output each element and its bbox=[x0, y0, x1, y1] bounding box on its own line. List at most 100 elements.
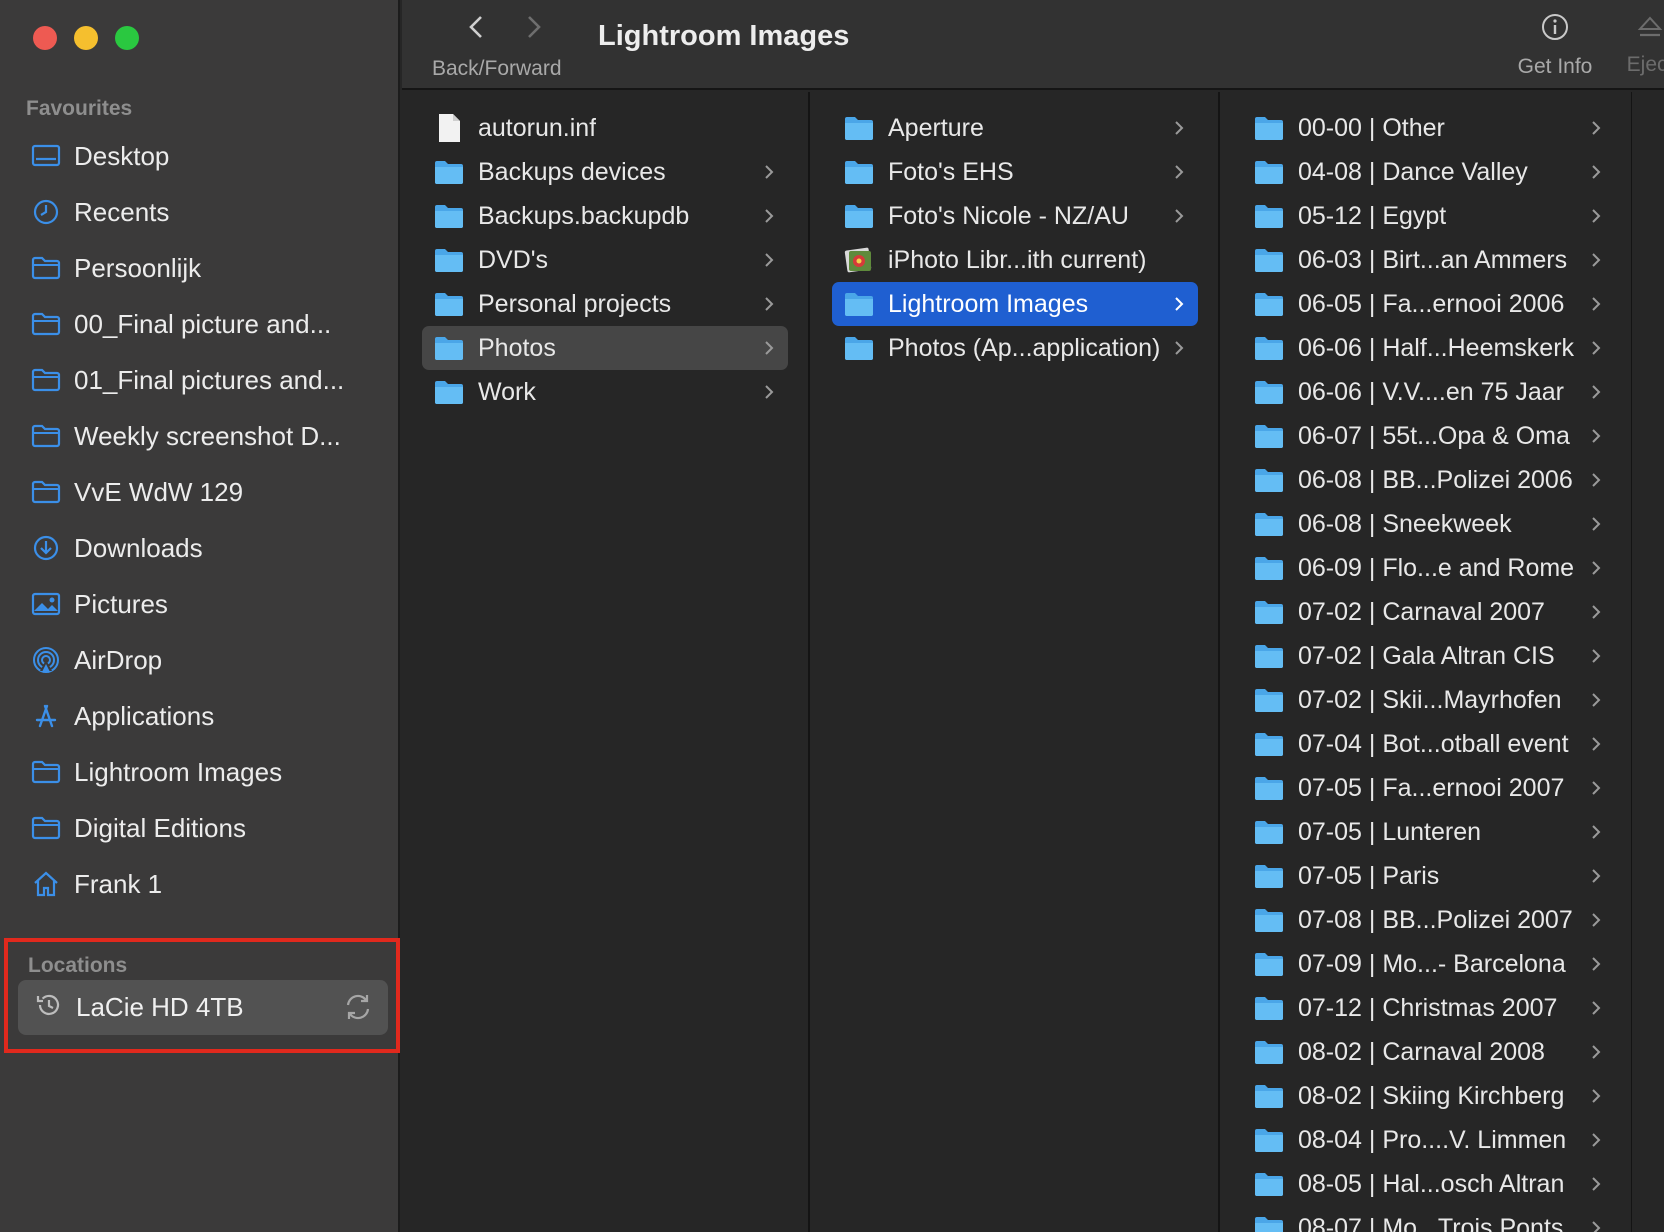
iphoto-library-icon bbox=[844, 245, 874, 275]
sidebar-item-airdrop[interactable]: AirDrop bbox=[0, 632, 400, 688]
folder-icon bbox=[1254, 201, 1284, 231]
list-item[interactable]: 06-07 | 55t...Opa & Oma bbox=[1244, 414, 1615, 458]
chevron-right-icon bbox=[1589, 998, 1603, 1023]
list-item[interactable]: Personal projects bbox=[422, 282, 788, 326]
folder-icon bbox=[1254, 1081, 1284, 1111]
list-item[interactable]: 07-09 | Mo...- Barcelona bbox=[1244, 942, 1615, 986]
sidebar-item-frank-1[interactable]: Frank 1 bbox=[0, 856, 400, 912]
folder-icon bbox=[1254, 1169, 1284, 1199]
clock-icon bbox=[30, 196, 62, 228]
list-item[interactable]: 05-12 | Egypt bbox=[1244, 194, 1615, 238]
pictures-icon bbox=[30, 588, 62, 620]
list-item[interactable]: 07-04 | Bot...otball event bbox=[1244, 722, 1615, 766]
list-item[interactable]: 08-04 | Pro....V. Limmen bbox=[1244, 1118, 1615, 1162]
list-item[interactable]: 06-03 | Birt...an Ammers bbox=[1244, 238, 1615, 282]
list-item[interactable]: 08-02 | Carnaval 2008 bbox=[1244, 1030, 1615, 1074]
back-icon[interactable] bbox=[464, 12, 490, 47]
list-item[interactable]: autorun.inf bbox=[422, 106, 788, 150]
list-item[interactable]: Backups devices bbox=[422, 150, 788, 194]
minimize-window-button[interactable] bbox=[74, 26, 98, 50]
folder-icon bbox=[434, 245, 464, 275]
chevron-right-icon bbox=[1172, 206, 1186, 231]
chevron-right-icon bbox=[1589, 206, 1603, 231]
sidebar-item-00-final-picture-and[interactable]: 00_Final picture and... bbox=[0, 296, 400, 352]
download-icon bbox=[30, 532, 62, 564]
sidebar-item-label: 00_Final picture and... bbox=[74, 308, 332, 339]
list-item[interactable]: DVD's bbox=[422, 238, 788, 282]
list-item[interactable]: 06-05 | Fa...ernooi 2006 bbox=[1244, 282, 1615, 326]
sidebar-item-label: Pictures bbox=[74, 588, 168, 619]
list-item[interactable]: 07-05 | Paris bbox=[1244, 854, 1615, 898]
list-item[interactable]: 06-08 | BB...Polizei 2006 bbox=[1244, 458, 1615, 502]
item-name: 08-04 | Pro....V. Limmen bbox=[1298, 1125, 1567, 1154]
list-item[interactable]: 06-09 | Flo...e and Rome bbox=[1244, 546, 1615, 590]
chevron-right-icon bbox=[1589, 558, 1603, 583]
item-name: Lightroom Images bbox=[888, 289, 1089, 318]
list-item[interactable]: 07-05 | Fa...ernooi 2007 bbox=[1244, 766, 1615, 810]
sidebar-item-vve-wdw-129[interactable]: VvE WdW 129 bbox=[0, 464, 400, 520]
list-item[interactable]: 07-05 | Lunteren bbox=[1244, 810, 1615, 854]
chevron-right-icon bbox=[1589, 910, 1603, 935]
folder-icon bbox=[30, 420, 62, 452]
folder-icon bbox=[1254, 245, 1284, 275]
list-item[interactable]: 04-08 | Dance Valley bbox=[1244, 150, 1615, 194]
list-item[interactable]: 06-06 | Half...Heemskerk bbox=[1244, 326, 1615, 370]
sidebar-item-label: Downloads bbox=[74, 532, 203, 563]
item-name: 00-00 | Other bbox=[1298, 113, 1445, 142]
sidebar-item-pictures[interactable]: Pictures bbox=[0, 576, 400, 632]
sidebar-item-persoonlijk[interactable]: Persoonlijk bbox=[0, 240, 400, 296]
list-item[interactable]: 07-02 | Carnaval 2007 bbox=[1244, 590, 1615, 634]
sidebar-item-label: Frank 1 bbox=[74, 868, 163, 899]
list-item[interactable]: 06-08 | Sneekweek bbox=[1244, 502, 1615, 546]
forward-icon[interactable] bbox=[520, 12, 546, 47]
sidebar-item-lightroom-images[interactable]: Lightroom Images bbox=[0, 744, 400, 800]
folder-icon bbox=[1254, 1037, 1284, 1067]
sidebar-item-weekly-screenshot-d[interactable]: Weekly screenshot D... bbox=[0, 408, 400, 464]
item-name: 06-03 | Birt...an Ammers bbox=[1298, 245, 1568, 274]
sidebar-item-recents[interactable]: Recents bbox=[0, 184, 400, 240]
chevron-right-icon bbox=[1172, 162, 1186, 187]
list-item[interactable]: Foto's Nicole - NZ/AU bbox=[832, 194, 1198, 238]
list-item[interactable]: 07-08 | BB...Polizei 2007 bbox=[1244, 898, 1615, 942]
sidebar-item-digital-editions[interactable]: Digital Editions bbox=[0, 800, 400, 856]
folder-icon bbox=[1254, 1213, 1284, 1232]
list-item[interactable]: Backups.backupdb bbox=[422, 194, 788, 238]
chevron-right-icon bbox=[1589, 118, 1603, 143]
list-item[interactable]: 08-02 | Skiing Kirchberg bbox=[1244, 1074, 1615, 1118]
list-item[interactable]: Photos bbox=[422, 326, 788, 370]
list-item[interactable]: Aperture bbox=[832, 106, 1198, 150]
list-item[interactable]: 07-12 | Christmas 2007 bbox=[1244, 986, 1615, 1030]
list-item[interactable]: 08-07 | Mo...Trois Ponts bbox=[1244, 1206, 1615, 1232]
list-item[interactable]: Lightroom Images bbox=[832, 282, 1198, 326]
list-item[interactable]: 07-02 | Gala Altran CIS bbox=[1244, 634, 1615, 678]
folder-icon bbox=[1254, 641, 1284, 671]
close-window-button[interactable] bbox=[33, 26, 57, 50]
sidebar-item-label: Persoonlijk bbox=[74, 252, 202, 283]
item-name: 05-12 | Egypt bbox=[1298, 201, 1447, 230]
list-item[interactable]: 06-06 | V.V....en 75 Jaar bbox=[1244, 370, 1615, 414]
folder-icon bbox=[1254, 905, 1284, 935]
list-item[interactable]: iPhoto Libr...ith current) bbox=[832, 238, 1198, 282]
sidebar-item-downloads[interactable]: Downloads bbox=[0, 520, 400, 576]
list-item[interactable]: 00-00 | Other bbox=[1244, 106, 1615, 150]
sidebar: Favourites Desktop Recents Persoonlijk 00_F… bbox=[0, 0, 400, 1232]
eject-button[interactable]: Eject bbox=[1610, 14, 1664, 77]
sidebar-item-applications[interactable]: Applications bbox=[0, 688, 400, 744]
list-item[interactable]: Foto's EHS bbox=[832, 150, 1198, 194]
list-item[interactable]: 08-05 | Hal...osch Altran bbox=[1244, 1162, 1615, 1206]
folder-icon bbox=[844, 157, 874, 187]
list-item[interactable]: Work bbox=[422, 370, 788, 414]
sidebar-item-01-final-pictures-and[interactable]: 01_Final pictures and... bbox=[0, 352, 400, 408]
sidebar-item-desktop[interactable]: Desktop bbox=[0, 128, 400, 184]
zoom-window-button[interactable] bbox=[115, 26, 139, 50]
chevron-right-icon bbox=[762, 338, 776, 363]
item-name: 07-05 | Paris bbox=[1298, 861, 1440, 890]
list-item[interactable]: Photos (Ap...application) bbox=[832, 326, 1198, 370]
folder-icon bbox=[1254, 817, 1284, 847]
list-item[interactable]: 07-02 | Skii...Mayrhofen bbox=[1244, 678, 1615, 722]
get-info-button[interactable]: Get Info bbox=[1500, 12, 1610, 79]
folder-icon bbox=[1254, 289, 1284, 319]
sidebar-item-lacie-hd[interactable]: LaCie HD 4TB bbox=[18, 980, 388, 1035]
folder-icon bbox=[30, 476, 62, 508]
chevron-right-icon bbox=[1589, 470, 1603, 495]
